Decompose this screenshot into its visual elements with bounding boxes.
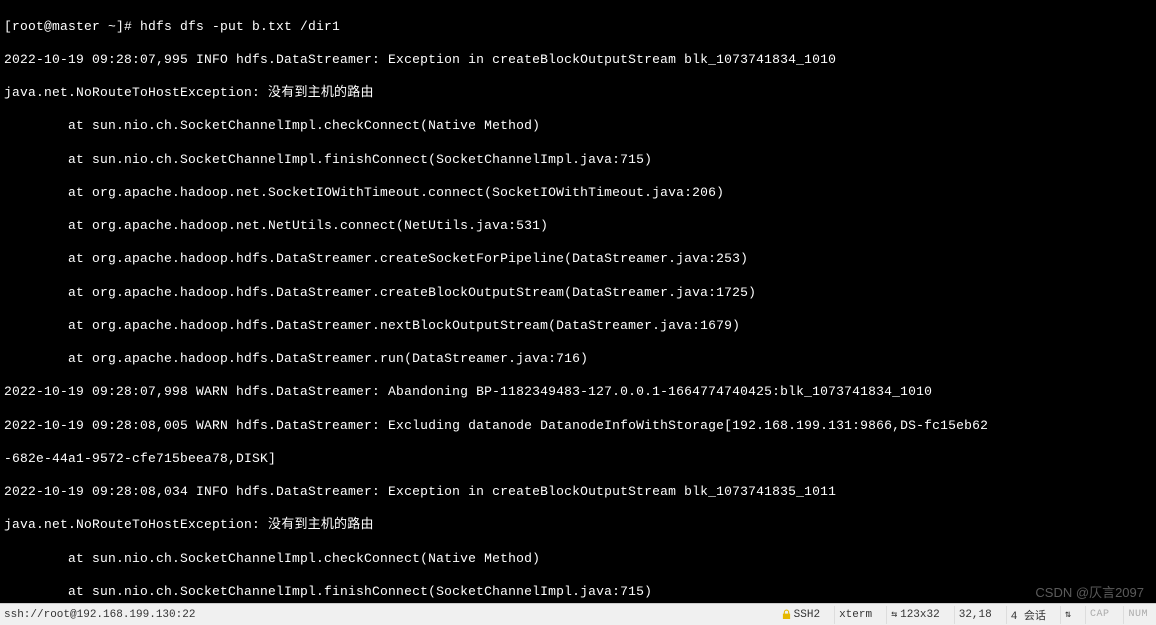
caps-indicator: CAP: [1085, 606, 1114, 624]
terminal-line: at sun.nio.ch.SocketChannelImpl.finishCo…: [4, 584, 1152, 601]
terminal-line: at org.apache.hadoop.net.NetUtils.connec…: [4, 218, 1152, 235]
terminal-line: 2022-10-19 09:28:08,005 WARN hdfs.DataSt…: [4, 418, 1152, 435]
updown-icon: ⇅: [1065, 609, 1071, 621]
resize-icon: ⇆: [891, 609, 897, 621]
terminal-line: java.net.NoRouteToHostException: 没有到主机的路…: [4, 85, 1152, 102]
terminal-line: at org.apache.hadoop.net.SocketIOWithTim…: [4, 185, 1152, 202]
status-bar: ssh://root@192.168.199.130:22 SSH2 xterm…: [0, 603, 1156, 625]
num-indicator: NUM: [1123, 606, 1152, 624]
terminal-line: [root@master ~]# hdfs dfs -put b.txt /di…: [4, 19, 1152, 36]
terminal-line: at org.apache.hadoop.hdfs.DataStreamer.c…: [4, 251, 1152, 268]
term-type: xterm: [834, 606, 876, 624]
terminal-line: java.net.NoRouteToHostException: 没有到主机的路…: [4, 517, 1152, 534]
terminal-line: at sun.nio.ch.SocketChannelImpl.checkCon…: [4, 118, 1152, 135]
term-size: ⇆ 123x32: [886, 606, 944, 624]
connection-indicator: ⇅: [1060, 606, 1075, 624]
ssh-status: SSH2: [778, 606, 824, 624]
terminal-line: at sun.nio.ch.SocketChannelImpl.checkCon…: [4, 551, 1152, 568]
terminal-line: at org.apache.hadoop.hdfs.DataStreamer.r…: [4, 351, 1152, 368]
ssh-label: SSH2: [794, 609, 820, 621]
lock-icon: [782, 609, 791, 620]
session-count: 4 会话: [1006, 606, 1050, 624]
terminal-line: at org.apache.hadoop.hdfs.DataStreamer.c…: [4, 285, 1152, 302]
terminal-output[interactable]: [root@master ~]# hdfs dfs -put b.txt /di…: [0, 0, 1156, 603]
cursor-position: 32,18: [954, 606, 996, 624]
terminal-line: 2022-10-19 09:28:08,034 INFO hdfs.DataSt…: [4, 484, 1152, 501]
terminal-line: at sun.nio.ch.SocketChannelImpl.finishCo…: [4, 152, 1152, 169]
terminal-line: 2022-10-19 09:28:07,995 INFO hdfs.DataSt…: [4, 52, 1152, 69]
terminal-line: -682e-44a1-9572-cfe715beea78,DISK]: [4, 451, 1152, 468]
connection-address: ssh://root@192.168.199.130:22: [4, 609, 195, 621]
terminal-line: at org.apache.hadoop.hdfs.DataStreamer.n…: [4, 318, 1152, 335]
terminal-line: 2022-10-19 09:28:07,998 WARN hdfs.DataSt…: [4, 384, 1152, 401]
